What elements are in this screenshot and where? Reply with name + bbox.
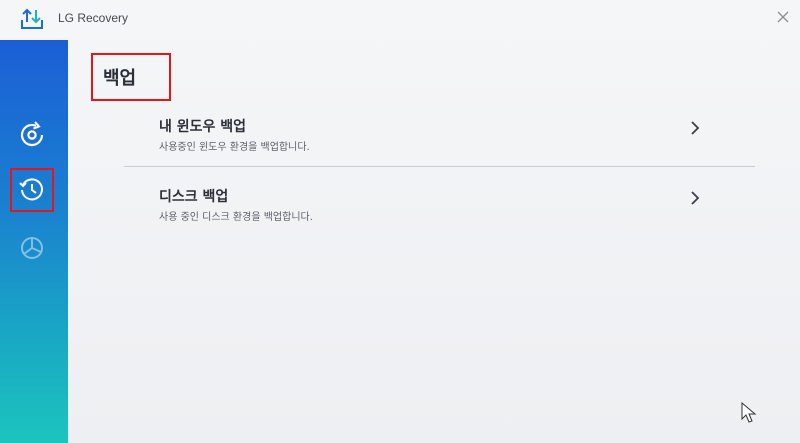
chevron-right-icon[interactable] — [689, 190, 701, 206]
option-description: 사용 중인 디스크 환경을 백업합니다. — [159, 212, 313, 223]
close-icon[interactable] — [776, 10, 790, 24]
sidebar-item-recovery[interactable] — [10, 113, 54, 157]
app-title: LG Recovery — [58, 11, 129, 25]
disc-restore-icon — [20, 121, 44, 147]
mouse-cursor-icon — [741, 402, 757, 423]
option-title: 디스크 백업 — [159, 189, 229, 205]
title-bar: LG Recovery — [0, 0, 800, 38]
option-description: 사용중인 윈도우 환경을 백업합니다. — [159, 142, 310, 153]
sidebar-item-backup[interactable] — [10, 168, 54, 212]
chevron-right-icon[interactable] — [689, 120, 701, 136]
sidebar-item-disk[interactable] — [10, 226, 54, 270]
app-window: LG Recovery 백업 내 윈도우 백업 사용중인 윈도우 환경을 백업합… — [0, 0, 800, 443]
lg-recovery-logo-icon — [21, 8, 43, 29]
divider — [124, 166, 755, 167]
history-backup-icon — [19, 178, 43, 201]
sidebar — [0, 40, 68, 443]
option-title: 내 윈도우 백업 — [159, 119, 247, 135]
disk-partition-icon — [21, 237, 43, 259]
page-title: 백업 — [103, 68, 137, 89]
option-disk-backup[interactable]: 디스크 백업 사용 중인 디스크 환경을 백업합니다. — [124, 186, 755, 242]
page-title-highlight: 백업 — [91, 53, 171, 101]
option-windows-backup[interactable]: 내 윈도우 백업 사용중인 윈도우 환경을 백업합니다. — [124, 116, 755, 172]
